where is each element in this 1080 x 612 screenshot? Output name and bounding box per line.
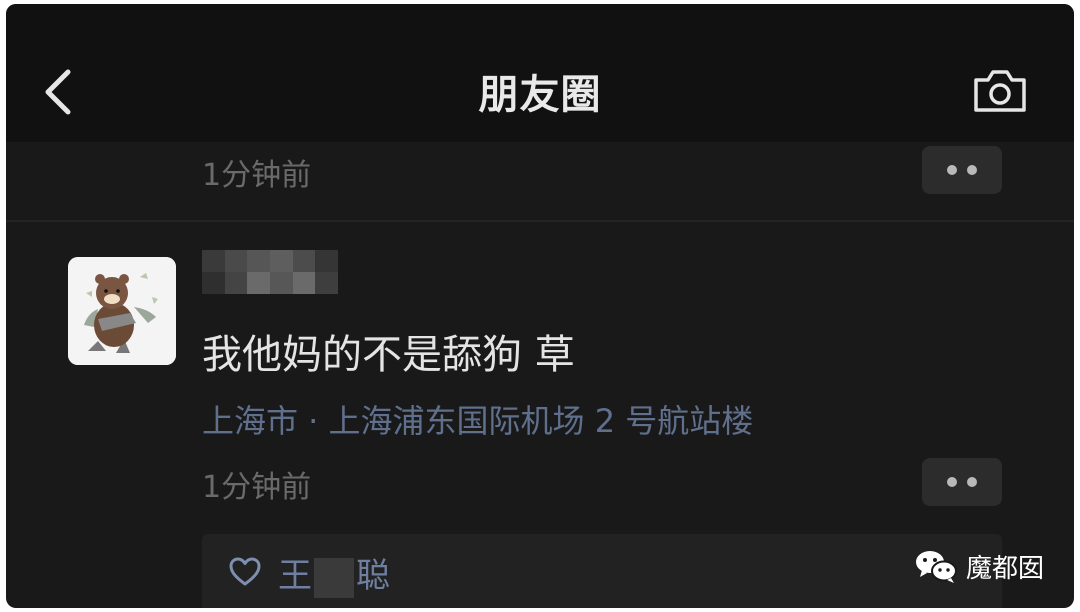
camera-icon — [974, 70, 1026, 112]
liker-name-last: 聪 — [356, 556, 390, 596]
moments-screen: 朋友圈 1分钟前 我他妈的不是舔狗 草 上海市 · 上海浦东国际机场 2 号航站… — [6, 4, 1074, 608]
name-redaction — [314, 557, 354, 598]
liker-name[interactable]: 王聪 — [278, 548, 390, 598]
wechat-icon — [916, 551, 957, 583]
post-time: 1分钟前 — [202, 470, 312, 505]
top-navbar: 朋友圈 — [6, 4, 1074, 142]
blurred-nickname[interactable] — [202, 250, 338, 294]
dot-icon — [967, 165, 977, 175]
liker-name-first: 王 — [278, 556, 312, 596]
dot-icon — [967, 477, 977, 487]
likes-panel: 王聪 — [202, 534, 1002, 608]
dot-icon — [947, 477, 957, 487]
post-divider — [6, 220, 1074, 222]
more-actions-button[interactable] — [922, 146, 1002, 194]
post-content: 我他妈的不是舔狗 草 — [202, 332, 575, 378]
watermark: 魔都囡 — [914, 546, 1044, 586]
watermark-text: 魔都囡 — [966, 553, 1045, 584]
dot-icon — [947, 165, 957, 175]
post-location[interactable]: 上海市 · 上海浦东国际机场 2 号航站楼 — [202, 396, 753, 442]
post-time: 1分钟前 — [202, 158, 312, 193]
camera-button[interactable] — [972, 66, 1028, 114]
previous-post-footer: 1分钟前 — [6, 142, 1074, 222]
cartoon-bear-avatar — [68, 257, 176, 365]
heart-icon — [229, 557, 261, 586]
avatar[interactable] — [68, 257, 176, 365]
page-title: 朋友圈 — [478, 72, 602, 118]
more-actions-button[interactable] — [922, 458, 1002, 506]
